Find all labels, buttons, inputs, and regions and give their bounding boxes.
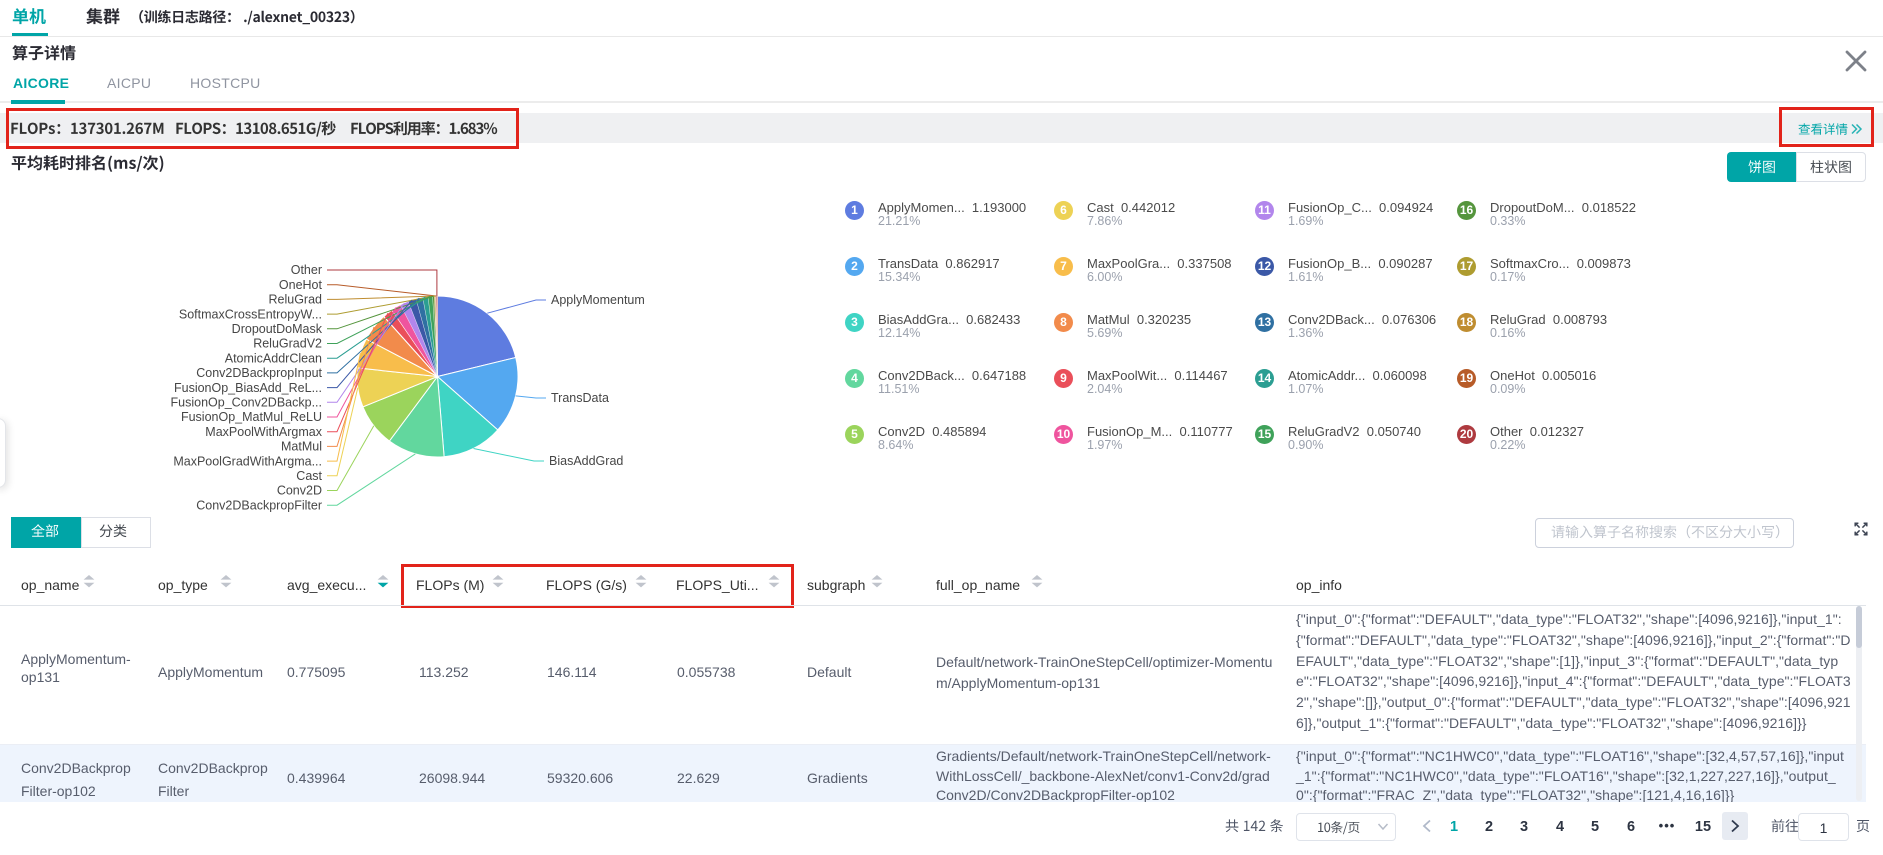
svg-text:TransData: TransData xyxy=(551,391,609,405)
svg-text:ReluGradV2: ReluGradV2 xyxy=(253,337,322,351)
svg-text:ApplyMomentum: ApplyMomentum xyxy=(551,293,645,307)
svg-text:MaxPoolWithArgmax: MaxPoolWithArgmax xyxy=(205,425,322,439)
svg-text:Other: Other xyxy=(291,263,322,277)
svg-text:AtomicAddrClean: AtomicAddrClean xyxy=(225,351,322,365)
svg-text:FusionOp_BiasAdd_ReL...: FusionOp_BiasAdd_ReL... xyxy=(174,381,322,395)
svg-text:MaxPoolGradWithArgma...: MaxPoolGradWithArgma... xyxy=(173,454,322,468)
svg-text:ReluGrad: ReluGrad xyxy=(269,293,323,307)
svg-text:Conv2DBackpropFilter: Conv2DBackpropFilter xyxy=(196,498,322,512)
svg-text:FusionOp_Conv2DBackp...: FusionOp_Conv2DBackp... xyxy=(171,396,322,410)
svg-text:MatMul: MatMul xyxy=(281,440,322,454)
svg-text:Conv2DBackpropInput: Conv2DBackpropInput xyxy=(196,366,322,380)
svg-text:SoftmaxCrossEntropyW...: SoftmaxCrossEntropyW... xyxy=(179,307,322,321)
svg-text:FusionOp_MatMul_ReLU: FusionOp_MatMul_ReLU xyxy=(181,410,322,424)
svg-text:BiasAddGrad: BiasAddGrad xyxy=(549,454,623,468)
svg-text:DropoutDoMask: DropoutDoMask xyxy=(232,322,323,336)
svg-text:Conv2D: Conv2D xyxy=(277,484,322,498)
svg-text:Cast: Cast xyxy=(296,469,322,483)
svg-text:OneHot: OneHot xyxy=(279,278,323,292)
